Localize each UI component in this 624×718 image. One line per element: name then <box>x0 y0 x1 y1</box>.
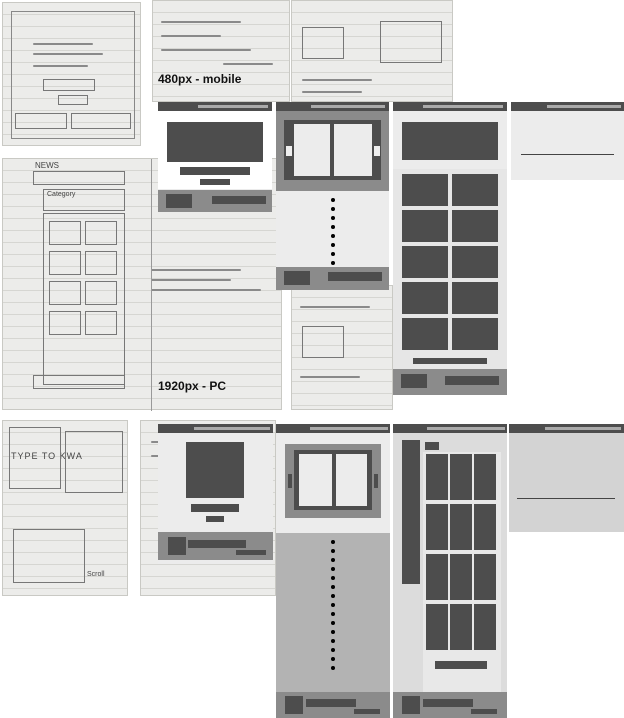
slider-prev-arrow[interactable] <box>286 146 292 156</box>
pc-slider-next[interactable] <box>374 474 378 488</box>
mobile-wireframe-1 <box>158 102 272 212</box>
sketch-photo-top-center <box>152 0 290 102</box>
pc-wireframe-2 <box>276 424 390 718</box>
sketch-photo-center-bottom <box>291 285 393 410</box>
sketch-photo-top-left <box>2 2 141 146</box>
mobile-wireframe-3 <box>393 102 507 395</box>
slider-next-arrow[interactable] <box>374 146 380 156</box>
hero-block <box>167 122 263 162</box>
mobile-wireframe-4 <box>511 102 624 180</box>
sketch-news-label: NEWS <box>35 161 59 170</box>
pc-label: 1920px - PC <box>158 379 227 393</box>
pc-slider-prev[interactable] <box>288 474 292 488</box>
pc-scroll-dots <box>330 540 336 675</box>
pc-wireframe-4 <box>509 424 624 532</box>
sketch-category-label: Category <box>47 191 76 198</box>
mobile-wireframe-2 <box>276 102 389 290</box>
sketch-scroll-text: Scroll <box>87 571 105 578</box>
mobile-label: 480px - mobile <box>158 72 242 86</box>
pc-wireframe-1 <box>158 424 273 564</box>
sketch-photo-top-right <box>291 0 453 102</box>
pc-wireframe-3 <box>393 424 507 718</box>
sketch-photo-bottom-left: TYPE TO KWA Scroll <box>2 420 128 596</box>
